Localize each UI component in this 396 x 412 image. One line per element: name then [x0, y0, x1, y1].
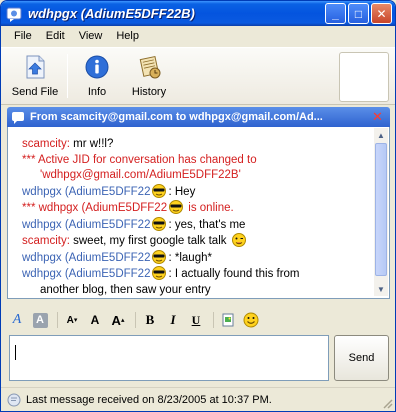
cool-icon [152, 183, 167, 198]
arrow-up-icon: ▴ [120, 317, 125, 324]
message-text: mr w!!l? [69, 138, 114, 150]
info-button[interactable]: Info [71, 52, 123, 102]
cool-icon [152, 216, 167, 231]
arrow-down-icon: ▾ [73, 317, 78, 324]
status-text: Last message received on 8/23/2005 at 10… [26, 393, 272, 406]
menu-edit[interactable]: Edit [39, 28, 72, 44]
close-button[interactable]: ✕ [371, 3, 392, 24]
conversation-header: From scamcity@gmail.com to wdhpgx@gmail.… [7, 107, 390, 127]
message-text-continued: another blog, then saw your entry [40, 283, 211, 296]
system-text: *** wdhpgx (AdiumE5DFF22 [22, 202, 168, 214]
message-input-box[interactable] [9, 335, 329, 381]
message-input[interactable] [10, 336, 328, 380]
history-button[interactable]: History [123, 52, 175, 102]
chat-app-icon [6, 7, 22, 22]
insert-image-icon [222, 313, 234, 327]
toolbar-separator [67, 54, 68, 98]
conversation-title: From scamcity@gmail.com to wdhpgx@gmail.… [30, 111, 323, 123]
insert-image-button[interactable] [218, 310, 238, 330]
message-text: : Hey [168, 185, 196, 198]
minimize-button[interactable]: _ [325, 3, 346, 24]
cool-icon [152, 249, 167, 264]
message-item: scamcity: sweet, my first google talk ta… [22, 233, 372, 250]
send-button[interactable]: Send [334, 335, 389, 381]
system-message: *** wdhpgx (AdiumE5DFF22 is online. [22, 200, 372, 217]
menu-view[interactable]: View [72, 28, 110, 44]
resize-grip-icon[interactable] [381, 397, 393, 409]
message-sender: scamcity: [22, 235, 70, 247]
close-tab-icon[interactable]: ✕ [370, 109, 385, 124]
window-controls: _ □ ✕ [325, 3, 392, 24]
system-message: *** Active JID for conversation has chan… [22, 153, 372, 184]
message-text: : *laugh* [168, 251, 212, 264]
cool-icon [152, 266, 167, 280]
send-file-label: Send File [11, 86, 59, 98]
normal-font-size-button[interactable]: A [85, 310, 105, 330]
toolbar: Send File Info History [1, 47, 395, 105]
message-log-scrollbar[interactable]: ▲ ▼ [374, 128, 388, 296]
message-item: scamcity: mr w!!l? [22, 137, 372, 153]
scroll-down-arrow-icon[interactable]: ▼ [374, 282, 388, 296]
chat-window: wdhpgx (AdiumE5DFF22B) _ □ ✕ File Edit V… [0, 0, 396, 412]
info-label: Info [87, 86, 107, 98]
system-text-continued: 'wdhpgx@gmail.com/AdiumE5DFF22B' [40, 169, 241, 181]
message-sender: wdhpgx (AdiumE5DFF22 [22, 251, 151, 264]
size-down-label: A [66, 314, 74, 326]
message-list: scamcity: mr w!!l? *** Active JID for co… [22, 137, 372, 298]
message-sender: wdhpgx (AdiumE5DFF22 [22, 268, 151, 280]
increase-font-size-button[interactable]: A ▴ [108, 310, 128, 330]
history-scroll-icon [139, 55, 161, 79]
message-text: : yes, that's me [168, 218, 246, 231]
smiley-icon [243, 312, 259, 328]
system-text: *** Active JID for conversation has chan… [22, 153, 257, 166]
format-separator [213, 312, 214, 328]
history-label: History [131, 86, 167, 98]
formatting-toolbar: A A A ▾ A A ▴ B I U [7, 307, 390, 333]
bold-button[interactable]: B [140, 310, 160, 330]
scroll-up-arrow-icon[interactable]: ▲ [374, 128, 388, 142]
wink-icon [231, 233, 246, 247]
menu-help[interactable]: Help [109, 28, 146, 44]
underline-button[interactable]: U [186, 310, 206, 330]
format-separator [135, 312, 136, 328]
insert-smiley-button[interactable] [241, 310, 261, 330]
message-sender: wdhpgx (AdiumE5DFF22 [22, 185, 151, 198]
italic-button[interactable]: I [163, 310, 183, 330]
message-item: wdhpgx (AdiumE5DFF22 : I actually found t… [22, 266, 372, 298]
scrollbar-thumb[interactable] [375, 143, 387, 276]
info-icon [85, 55, 109, 79]
decrease-font-size-button[interactable]: A ▾ [62, 310, 82, 330]
status-bubble-icon [7, 393, 21, 406]
menu-file[interactable]: File [7, 28, 39, 44]
size-up-label: A [111, 312, 121, 328]
menu-bar: File Edit View Help [1, 26, 395, 46]
size-normal-label: A [90, 313, 100, 327]
maximize-button[interactable]: □ [348, 3, 369, 24]
message-item: wdhpgx (AdiumE5DFF22 : *laugh* [22, 249, 372, 267]
status-bar: Last message received on 8/23/2005 at 10… [1, 387, 395, 411]
background-color-button[interactable]: A [30, 310, 50, 330]
font-color-button[interactable]: A [7, 310, 27, 330]
send-file-button[interactable]: Send File [9, 52, 61, 102]
title-bar[interactable]: wdhpgx (AdiumE5DFF22B) _ □ ✕ [1, 1, 395, 26]
system-text-tail: is online. [185, 202, 234, 214]
cool-icon [169, 200, 184, 214]
message-sender: wdhpgx (AdiumE5DFF22 [22, 218, 151, 231]
message-text: : I actually found this from [168, 268, 300, 280]
message-item: wdhpgx (AdiumE5DFF22 : yes, that's me [22, 216, 372, 234]
conversation-icon [12, 112, 24, 124]
text-caret [15, 345, 16, 360]
message-item: wdhpgx (AdiumE5DFF22 : Hey [22, 183, 372, 201]
message-text: sweet, my first google talk talk [69, 235, 230, 247]
window-title: wdhpgx (AdiumE5DFF22B) [28, 6, 195, 21]
message-log[interactable]: scamcity: mr w!!l? *** Active JID for co… [7, 127, 390, 299]
send-file-icon [26, 55, 45, 79]
message-sender: scamcity: [22, 138, 70, 150]
highlight-icon: A [32, 312, 48, 328]
format-separator [57, 312, 58, 328]
buddy-icon-area [339, 52, 389, 102]
